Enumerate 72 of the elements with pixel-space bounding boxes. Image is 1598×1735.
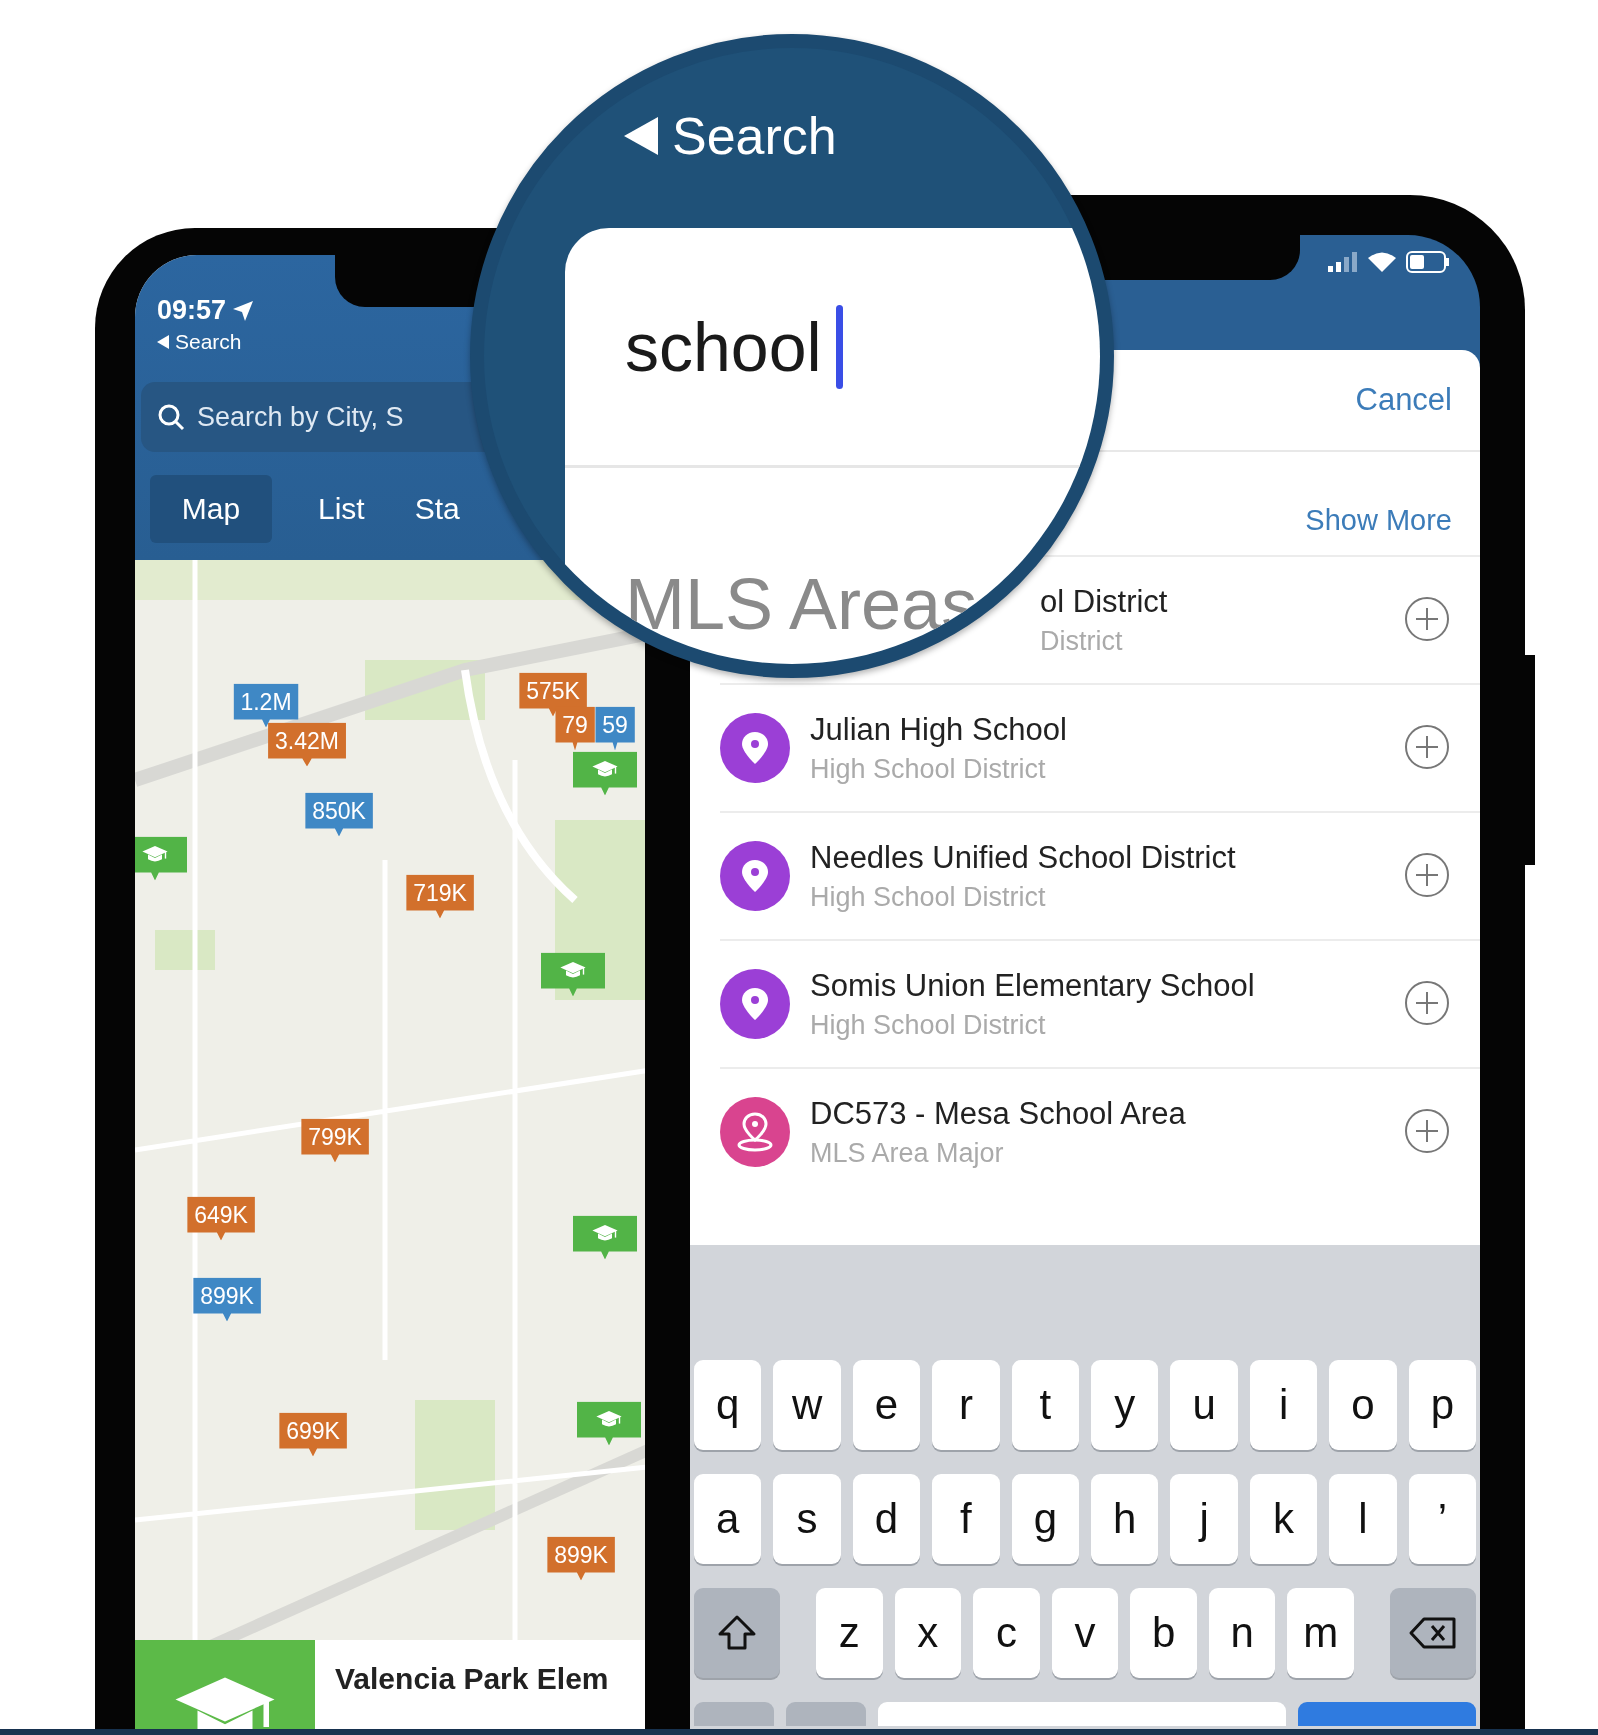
keyboard-key[interactable]: e (852, 1360, 921, 1450)
keyboard-key[interactable]: s (773, 1474, 841, 1564)
keyboard-key[interactable]: o (1329, 1360, 1397, 1450)
result-title: Needles Unified School District (810, 839, 1237, 876)
keyboard-key[interactable]: q (694, 1360, 762, 1450)
keyboard-key[interactable]: j (1170, 1474, 1238, 1564)
view-tab[interactable]: Map (150, 475, 272, 543)
status-time: 09:57 (157, 295, 227, 326)
result-title: Somis Union Elementary School (810, 967, 1256, 1004)
keyboard-key[interactable]: g (1011, 1474, 1080, 1564)
keyboard-key[interactable]: t (1011, 1360, 1080, 1450)
result-subtitle: High School District (810, 881, 1047, 913)
search-result[interactable]: DC573 - Mesa School Area MLS Area Major (720, 1067, 1480, 1195)
keyboard-key[interactable]: v (1051, 1588, 1119, 1678)
map-pin-icon (740, 986, 770, 1022)
keyboard-key[interactable]: u (1170, 1360, 1238, 1450)
keyboard-key[interactable]: r (932, 1360, 1000, 1450)
backspace-icon (1408, 1616, 1458, 1650)
keyboard-key[interactable]: l (1329, 1474, 1397, 1564)
keyboard-key[interactable]: a (694, 1474, 762, 1564)
keyboard-key[interactable]: ’ (1408, 1474, 1477, 1564)
shift-key[interactable] (694, 1588, 780, 1678)
plus-circle-icon (1404, 1107, 1450, 1154)
shift-icon (717, 1614, 757, 1652)
keyboard-key[interactable]: c (973, 1588, 1040, 1678)
keyboard-key[interactable]: h (1091, 1474, 1159, 1564)
view-tab[interactable]: List (314, 475, 369, 543)
search-result[interactable]: Somis Union Elementary School High School District (720, 939, 1480, 1067)
plus-circle-icon (1404, 851, 1450, 898)
keyboard-key[interactable]: f (932, 1474, 1000, 1564)
result-title: DC573 - Mesa School Area (810, 1095, 1187, 1132)
result-subtitle: MLS Area Major (810, 1137, 1005, 1169)
delete-key[interactable] (1390, 1588, 1476, 1678)
result-subtitle: High School District (810, 753, 1047, 785)
back-arrow-icon (624, 117, 658, 155)
keyboard-key[interactable]: k (1249, 1474, 1318, 1564)
keyboard-key[interactable]: p (1408, 1360, 1477, 1450)
map-pin-icon (740, 858, 770, 894)
keyboard-key[interactable]: y (1091, 1360, 1159, 1450)
keyboard-key[interactable]: b (1130, 1588, 1197, 1678)
signal-icon (1328, 252, 1358, 272)
plus-circle-icon (1404, 979, 1450, 1026)
show-more-link[interactable]: Show More (1305, 504, 1452, 537)
result-title: ol District (1040, 583, 1169, 620)
search-result[interactable]: Julian High School High School District (720, 683, 1480, 811)
back-link[interactable]: Search (175, 330, 242, 354)
keyboard-key[interactable]: x (894, 1588, 962, 1678)
search-input[interactable]: Search by City, S (197, 401, 409, 433)
back-link[interactable]: Search (672, 106, 837, 166)
keyboard-key[interactable]: z (816, 1588, 883, 1678)
keyboard-key[interactable]: d (852, 1474, 921, 1564)
cancel-button[interactable]: Cancel (1355, 382, 1452, 418)
keyboard-key[interactable]: m (1287, 1588, 1355, 1678)
plus-circle-icon (1404, 595, 1450, 642)
search-icon (157, 403, 185, 431)
location-area-icon (736, 1112, 774, 1152)
location-arrow-icon (232, 299, 255, 322)
result-title: Julian High School (810, 711, 1068, 748)
keyboard-key[interactable]: n (1208, 1588, 1276, 1678)
back-arrow-icon (157, 335, 169, 349)
result-subtitle: High School District (810, 1009, 1047, 1041)
keyboard-key[interactable]: i (1249, 1360, 1318, 1450)
view-tab[interactable]: Sta (410, 475, 464, 543)
keyboard-key[interactable]: w (773, 1360, 841, 1450)
search-result[interactable]: Needles Unified School District High School District (720, 811, 1480, 939)
plus-circle-icon (1404, 723, 1450, 770)
map-pin-icon (740, 730, 770, 766)
school-name: Valencia Park Elem (334, 1661, 609, 1697)
result-subtitle: District (1040, 625, 1124, 657)
search-field[interactable]: school (565, 228, 1100, 468)
wifi-icon (1368, 251, 1396, 273)
battery-icon (1406, 251, 1450, 273)
